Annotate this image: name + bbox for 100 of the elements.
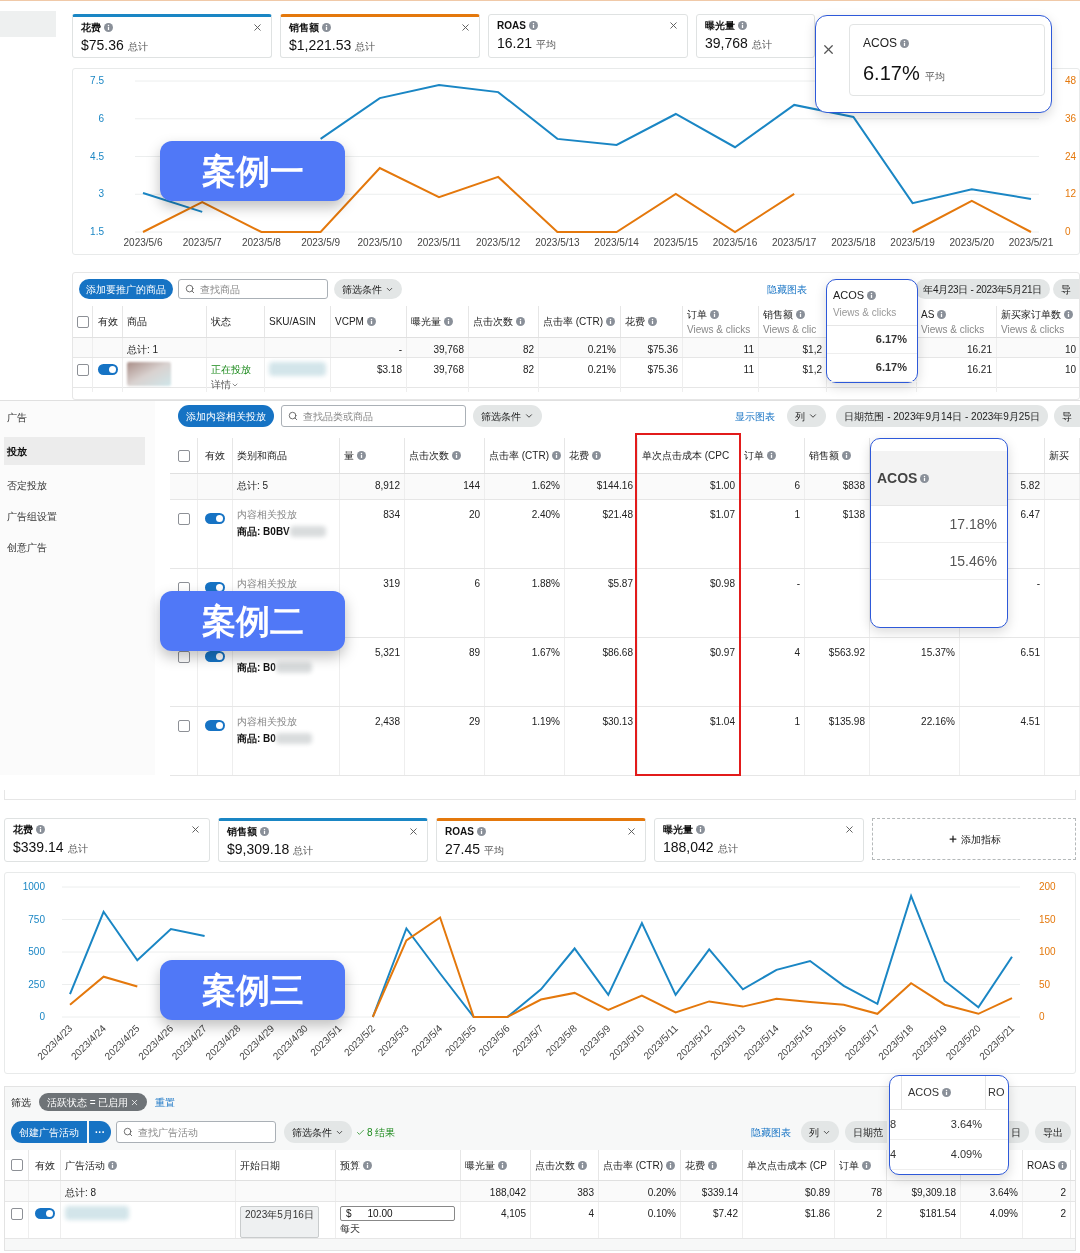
checkbox[interactable] [177, 720, 190, 732]
toggle-switch[interactable] [205, 720, 225, 731]
toggle-switch[interactable] [205, 651, 225, 662]
create-button[interactable]: 创建广告活动 [11, 1121, 87, 1143]
column-header[interactable]: 曝光量 [465, 1157, 495, 1173]
close-icon[interactable] [130, 1097, 140, 1107]
column-header[interactable]: 点击率 (CTR) [489, 448, 549, 463]
date-range-button[interactable]: 日期范 [845, 1121, 887, 1143]
column-header[interactable]: 订单 [744, 448, 764, 463]
column-header[interactable]: 销售额 [763, 306, 793, 322]
close-icon[interactable] [668, 20, 679, 31]
sidebar-item[interactable]: 广告组设置 [4, 505, 155, 527]
column-header[interactable]: 单次点击成本 (CP [747, 1157, 827, 1173]
metric-card[interactable]: 花费 $75.36 总计 [72, 14, 272, 58]
column-header[interactable]: 曝光量 [411, 314, 441, 329]
chart-toggle-link[interactable]: 显示图表 [735, 408, 776, 424]
column-header[interactable]: ACOS [908, 1084, 940, 1101]
toggle-switch[interactable] [97, 364, 118, 375]
chart-toggle-link[interactable]: 隐藏图表 [767, 281, 808, 297]
close-icon[interactable] [190, 824, 201, 835]
columns-dropdown[interactable]: 列 [787, 405, 827, 427]
search-field[interactable]: 查找商品 [178, 279, 328, 299]
metric-card[interactable]: 销售额 $9,309.18 总计 [218, 818, 428, 862]
date-range-button[interactable]: 日期范围 - 2023年9月14日 - 2023年9月25日 [836, 405, 1048, 427]
chart-toggle-link[interactable]: 隐藏图表 [751, 1124, 791, 1140]
column-header[interactable]: 商品 [127, 314, 147, 329]
details-link[interactable]: 详情 [211, 377, 239, 392]
add-metric-button[interactable]: 添加指标 [872, 818, 1076, 860]
column-header[interactable]: 状态 [211, 314, 231, 329]
column-header[interactable]: 点击率 (CTR) [543, 314, 603, 329]
checkbox[interactable] [76, 364, 89, 376]
filter-dropdown[interactable]: 筛选条件 [284, 1121, 352, 1143]
search-field[interactable]: 查找广告活动 [116, 1121, 276, 1143]
more-button[interactable]: ··· [89, 1121, 111, 1143]
close-icon[interactable] [626, 826, 637, 837]
export-button[interactable]: 导 [1053, 279, 1079, 299]
column-header[interactable]: 新买家订单数 [1001, 306, 1061, 322]
column-header[interactable]: SKU/ASIN [269, 314, 316, 329]
column-header[interactable]: VCPM [335, 314, 364, 329]
columns-dropdown[interactable]: 列 [801, 1121, 839, 1143]
close-icon[interactable] [460, 22, 471, 33]
metric-card[interactable]: 曝光量 188,042 总计 [654, 818, 864, 862]
column-header[interactable]: 花费 [685, 1157, 705, 1173]
checkbox[interactable] [76, 315, 89, 328]
metric-card[interactable]: 曝光量 39,768 总计 [696, 14, 815, 58]
close-icon[interactable] [408, 826, 419, 837]
reset-link[interactable]: 重置 [155, 1094, 176, 1110]
column-header[interactable]: 花费 [625, 314, 645, 329]
close-icon[interactable] [252, 22, 263, 33]
column-header[interactable]: 点击次数 [473, 314, 513, 329]
column-header[interactable]: 有效 [97, 314, 118, 329]
checkbox[interactable] [177, 449, 190, 462]
column-header[interactable]: 点击次数 [409, 448, 449, 463]
column-header[interactable]: RO [986, 1084, 1008, 1101]
column-header[interactable]: 有效 [205, 448, 225, 463]
checkbox[interactable] [10, 1159, 23, 1171]
add-button[interactable]: 添加内容相关投放 [178, 405, 274, 427]
toggle-switch[interactable] [205, 513, 225, 524]
close-icon[interactable] [821, 42, 836, 57]
column-header[interactable]: 类别和商品 [237, 448, 287, 463]
budget-field[interactable]: $ 10.00 [340, 1206, 455, 1221]
column-header[interactable]: 点击次数 [535, 1157, 575, 1173]
column-header[interactable]: 有效 [34, 1157, 55, 1173]
column-header[interactable]: ROAS [1027, 1157, 1056, 1173]
column-header[interactable]: 单次点击成本 (CPC [642, 448, 730, 463]
metric-card[interactable]: ACOS 6.17% 平均 [849, 24, 1045, 96]
date-chip[interactable]: 2023年5月16日 [240, 1206, 319, 1238]
column-header[interactable]: 量 [344, 448, 354, 463]
metric-card[interactable]: ROAS 27.45 平均 [436, 818, 646, 862]
column-header[interactable]: 开始日期 [240, 1157, 280, 1173]
column-header[interactable]: 点击率 (CTR) [603, 1157, 663, 1173]
column-header[interactable]: 订单 [687, 306, 707, 322]
export-button[interactable]: 导出 [1035, 1121, 1071, 1143]
column-header[interactable]: ACOS [877, 467, 918, 489]
column-header[interactable]: 销售额 [809, 448, 839, 463]
sidebar-item[interactable]: 否定投放 [4, 474, 155, 496]
filter-dropdown[interactable]: 筛选条件 [473, 405, 542, 427]
date-range-button[interactable]: 年4月23日 - 2023年5月21日 [915, 279, 1050, 299]
metric-card[interactable]: ROAS 16.21 平均 [488, 14, 688, 58]
column-header[interactable]: 花费 [569, 448, 589, 463]
checkbox[interactable] [177, 651, 190, 663]
checkbox[interactable] [10, 1208, 23, 1220]
filter-dropdown[interactable]: 筛选条件 [334, 279, 402, 299]
column-header[interactable]: ACOS [833, 287, 865, 304]
date-range-button[interactable]: 日 [1007, 1121, 1029, 1143]
column-header[interactable]: 预算 [340, 1157, 360, 1173]
metric-card[interactable]: 销售额 $1,221.53 总计 [280, 14, 480, 58]
column-header[interactable]: 广告活动 [65, 1157, 105, 1173]
column-header[interactable]: 新买 [1049, 448, 1069, 463]
add-button[interactable]: 添加要推广的商品 [79, 279, 173, 299]
close-icon[interactable] [844, 824, 855, 835]
filter-chip[interactable]: 活跃状态 = 已启用 [39, 1093, 148, 1111]
sidebar-item[interactable]: 投放 [4, 437, 145, 465]
checkbox[interactable] [177, 513, 190, 525]
sidebar-item[interactable]: 广告 [4, 406, 155, 428]
column-header[interactable]: 订单 [839, 1157, 859, 1173]
search-field[interactable]: 查找品类或商品 [281, 405, 466, 427]
metric-card[interactable]: 花费 $339.14 总计 [4, 818, 210, 862]
column-header[interactable]: AS [921, 306, 935, 322]
export-button[interactable]: 导 [1054, 405, 1080, 427]
